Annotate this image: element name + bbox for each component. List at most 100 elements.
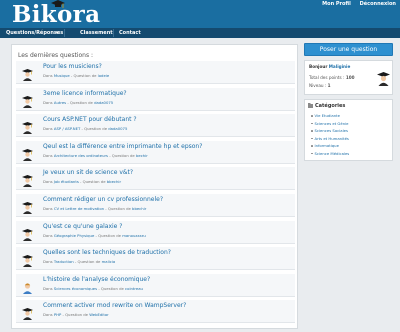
question-meta: Dans Autres - Question de dada0075 <box>43 100 113 105</box>
question-meta: Dans PHP - Question de WebEditor <box>43 312 109 317</box>
nav-separator <box>64 29 65 37</box>
graduate-icon <box>22 226 33 241</box>
question-title-link[interactable]: 3eme licence informatique? <box>43 90 127 97</box>
question-meta: Dans ASP / ASP.NET - Question de dada007… <box>43 126 127 131</box>
category-link[interactable]: Informatique <box>311 143 339 148</box>
questions-panel: Les dernières questions : Pour les music… <box>11 44 298 329</box>
meta-prefix: Dans <box>43 126 54 132</box>
panel-title: Les dernières questions : <box>18 52 94 59</box>
question-title-link[interactable]: Cours ASP.NET pour débutant ? <box>43 116 137 123</box>
categories-box: Catégories Vie Etudiante Sciences et Géni… <box>304 99 393 161</box>
avatar[interactable] <box>377 72 390 86</box>
question-category-link[interactable]: Architecture des ordinateurs <box>54 153 108 158</box>
question-title-link[interactable]: Qeul est la différence entre imprimante … <box>43 143 202 150</box>
category-label: Science Médicales <box>314 150 350 156</box>
question-row[interactable]: Cours ASP.NET pour débutant ? Dans ASP / … <box>16 114 295 138</box>
meta-middle: - Question de <box>94 232 123 238</box>
meta-prefix: Dans <box>43 152 54 158</box>
question-title-link[interactable]: L'histoire de l'analyse économique? <box>43 276 150 283</box>
question-author-link[interactable]: manouzzzzu <box>122 233 146 238</box>
meta-prefix: Dans <box>43 259 54 265</box>
graduate-icon <box>22 305 33 321</box>
meta-prefix: Dans <box>43 232 54 238</box>
user-name-link[interactable]: Maliginie <box>329 64 351 69</box>
graduate-icon <box>22 66 33 81</box>
question-author-link[interactable]: dada0075 <box>108 126 127 131</box>
graduate-icon <box>22 93 33 108</box>
question-row[interactable]: Je veux un sit de science v&t? Dans Job é… <box>16 167 295 191</box>
nav-separator <box>113 29 114 37</box>
question-row[interactable]: Qu'est ce qu'une galaxie ? Dans Géographi… <box>16 220 295 244</box>
question-category-link[interactable]: Traduction <box>54 259 74 264</box>
points-value: 100 <box>345 75 355 80</box>
question-author-link[interactable]: cointreau <box>125 286 143 291</box>
meta-prefix: Dans <box>43 179 54 185</box>
site-header: Bikora Mon Profil Déconnexion <box>0 0 400 28</box>
student-icon <box>22 279 33 294</box>
meta-prefix: Dans <box>43 285 54 291</box>
question-category-link[interactable]: Sciences économiques <box>54 286 97 291</box>
meta-prefix: Dans <box>43 73 54 78</box>
question-author-link[interactable]: malicia <box>102 259 116 264</box>
question-category-link[interactable]: Géographie Physique <box>54 233 94 238</box>
nav-ranking[interactable]: Classement <box>80 30 113 36</box>
question-author-link[interactable]: WebEditor <box>89 312 109 317</box>
question-title-link[interactable]: Comment rédiger un cv professionnele? <box>43 196 163 203</box>
meta-middle: - Question de <box>97 285 126 291</box>
question-author-link[interactable]: bechir <box>136 153 148 158</box>
meta-prefix: Dans <box>43 206 54 211</box>
bullet-icon <box>311 145 313 147</box>
nav-contact[interactable]: Contact <box>119 30 141 36</box>
meta-prefix: Dans <box>43 312 54 318</box>
category-label: Sciences et Génie <box>314 120 349 126</box>
profile-link[interactable]: Mon Profil <box>322 1 351 7</box>
question-author-link[interactable]: lodeie <box>98 73 110 78</box>
logout-link[interactable]: Déconnexion <box>360 1 396 7</box>
question-row[interactable]: Comment rédiger un cv professionnele? Dan… <box>16 194 295 217</box>
question-row[interactable]: 3eme licence informatique? Dans Autres - … <box>16 87 295 111</box>
main-nav: Questions/Réponses ▾ Classement Contact <box>0 28 400 38</box>
graduate-icon <box>22 172 33 188</box>
category-label: Sciences Sociales <box>314 128 348 133</box>
category-link[interactable]: Sciences Sociales <box>311 128 348 133</box>
question-meta: Dans Géographie Physique - Question de m… <box>43 233 146 238</box>
meta-prefix: Dans <box>43 99 54 105</box>
question-row[interactable]: Pour les musiciens? Dans Musique - Questi… <box>16 61 295 84</box>
question-title-link[interactable]: Je veux un sit de science v&t? <box>43 169 133 176</box>
question-row[interactable]: Qeul est la différence entre imprimante … <box>16 140 295 164</box>
chevron-down-icon[interactable]: ▾ <box>56 30 59 36</box>
question-title-link[interactable]: Pour les musiciens? <box>43 63 102 70</box>
question-title-link[interactable]: Qu'est ce qu'une galaxie ? <box>43 223 122 230</box>
bullet-icon <box>311 152 313 155</box>
meta-middle: - Question de <box>104 206 133 211</box>
question-row[interactable]: L'histoire de l'analyse économique? Dans … <box>16 273 295 297</box>
categories-title: Catégories <box>315 103 346 109</box>
user-box: Bonjour Maliginie Total des points : 100… <box>304 60 393 95</box>
meta-middle: - Question de <box>66 99 95 105</box>
meta-middle: - Question de <box>69 73 98 78</box>
question-category-link[interactable]: CV et Lettre de motivation <box>54 206 104 211</box>
question-meta: Dans Traduction - Question de malicia <box>43 259 115 264</box>
question-row[interactable]: Comment activer mod rewrite on WampServe… <box>16 300 295 324</box>
category-link[interactable]: Vie Etudiante <box>311 113 340 118</box>
question-row[interactable]: Quelles sont les techniques de traductio… <box>16 247 295 271</box>
nav-questions[interactable]: Questions/Réponses <box>6 30 63 36</box>
question-author-link[interactable]: bbechir <box>132 206 146 211</box>
folder-icon <box>308 103 313 108</box>
category-label: Vie Etudiante <box>314 113 340 118</box>
question-author-link[interactable]: bbechir <box>107 179 121 184</box>
question-title-link[interactable]: Comment activer mod rewrite on WampServe… <box>43 302 186 309</box>
question-category-link[interactable]: Musique <box>54 73 70 78</box>
bullet-icon <box>311 137 313 140</box>
question-category-link[interactable]: Autres <box>54 100 66 105</box>
ask-question-button[interactable]: Poser une question <box>304 43 393 56</box>
category-link[interactable]: Arts et Humanités <box>311 136 349 141</box>
user-points: Total des points : 100 <box>309 75 355 80</box>
question-title-link[interactable]: Quelles sont les techniques de traductio… <box>43 249 171 256</box>
question-category-link[interactable]: Job étudiants <box>54 179 79 184</box>
category-link[interactable]: Science Médicales <box>311 151 349 156</box>
category-link[interactable]: Sciences et Génie <box>311 121 349 126</box>
question-meta: Dans Sciences économiques - Question de … <box>43 286 143 291</box>
question-author-link[interactable]: dada0075 <box>94 100 113 105</box>
question-category-link[interactable]: ASP / ASP.NET <box>54 126 80 131</box>
